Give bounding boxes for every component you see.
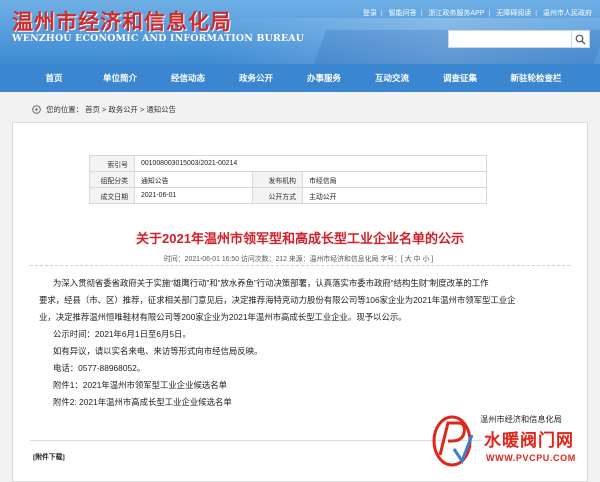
- meta-label-disclosure: 公开方式: [252, 187, 303, 204]
- breadcrumb-gov-open[interactable]: 政务公开: [108, 105, 138, 114]
- search-icon: [575, 34, 586, 45]
- site-logo-title[interactable]: 温州市经济和信息化局: [12, 6, 232, 36]
- top-links: 登录 | 智能问答 | 浙江政务服务APP | 无障碍阅读 | 温州市人民政府: [362, 10, 592, 17]
- meta-value-date: 2021-06-01: [134, 187, 253, 204]
- breadcrumb-prefix: 您的位置：: [46, 105, 84, 114]
- paragraph: 要求，经县（市、区）推荐，征求相关部门意见后，决定推荐海特克动力股份有限公司等1…: [39, 295, 516, 305]
- meta-value-publisher: 市经信局: [302, 171, 487, 188]
- zj-app-link[interactable]: 浙江政务服务APP: [428, 10, 484, 17]
- main-nav: 首页 单位简介 经信动态 政务公开 办事服务 互动交流 调查征集 新驻轮检查栏: [0, 64, 600, 92]
- paragraph: 为深入贯彻省委省政府关于实施“雄鹰行动”和“放水养鱼”行动决策部署，认真落实市委…: [53, 278, 489, 288]
- nav-news[interactable]: 经信动态: [156, 64, 220, 92]
- meta-label-publisher: 发布机构: [252, 171, 303, 188]
- paragraph: 业，决定推荐温州恒唯鞋材有限公司等200家企业为2021年温州市高成长型工业企业…: [39, 312, 407, 322]
- meta-label-index: 索引号: [89, 155, 135, 172]
- meta-label-date: 成文日期: [89, 187, 135, 204]
- breadcrumb-separator: >: [101, 105, 107, 114]
- meta-row: 索引号 001008003015003/2021-00214: [89, 155, 487, 172]
- login-link[interactable]: 登录: [363, 10, 377, 17]
- site-header: 温州市经济和信息化局 WENZHOU ECONOMIC AND INFORMAT…: [0, 0, 600, 64]
- smart-qa-link[interactable]: 智能问答: [389, 10, 417, 17]
- nav-about[interactable]: 单位简介: [88, 64, 152, 92]
- meta-label-category: 组配分类: [89, 171, 135, 188]
- meta-row: 成文日期 2021-06-01 公开方式 主动公开: [89, 187, 487, 204]
- breadcrumb-separator: >: [139, 105, 145, 114]
- divider: [30, 265, 570, 266]
- breadcrumb-home[interactable]: 首页: [85, 105, 100, 114]
- search-button[interactable]: [572, 30, 590, 48]
- article-body: 为深入贯彻省委省政府关于实施“雄鹰行动”和“放水养鱼”行动决策部署，认真落实市委…: [39, 275, 573, 411]
- nav-gov-open[interactable]: 政务公开: [224, 64, 288, 92]
- city-gov-link[interactable]: 温州市人民政府: [543, 10, 592, 17]
- search-input[interactable]: [448, 30, 572, 48]
- meta-value-category: 通知公告: [134, 171, 253, 188]
- nav-survey[interactable]: 调查征集: [428, 64, 492, 92]
- document-meta-table: 索引号 001008003015003/2021-00214 组配分类 通知公告…: [89, 155, 487, 204]
- watermark-url: WWW.PVCPU.COM: [486, 453, 576, 463]
- breadcrumb: 您的位置： 首页 > 政务公开 > 通知公告: [32, 104, 176, 115]
- accessibility-link[interactable]: 无障碍阅读: [496, 10, 531, 17]
- divider: [30, 440, 482, 441]
- downloads-label: [附件下载]: [33, 454, 65, 461]
- meta-value-disclosure: 主动公开: [302, 187, 487, 204]
- attachment-link-1[interactable]: 附件1：2021年温州市领军型工业企业候选名单: [53, 377, 573, 394]
- nav-home[interactable]: 首页: [22, 64, 86, 92]
- home-icon: [32, 105, 41, 114]
- nav-interaction[interactable]: 互动交流: [360, 64, 424, 92]
- nav-services[interactable]: 办事服务: [292, 64, 356, 92]
- watermark-text: 水暖阀门网: [484, 431, 574, 451]
- meta-value-index: 001008003015003/2021-00214: [134, 155, 487, 172]
- breadcrumb-notices[interactable]: 通知公告: [146, 105, 176, 114]
- article-info: 时间：2021-06-01 16:50 访问次数：212 来源：温州市经济和信息…: [164, 256, 434, 263]
- site-logo-subtitle: WENZHOU ECONOMIC AND INFORMATION BUREAU: [12, 33, 305, 44]
- paragraph: 如有异议，请以实名来电、来访等形式向市经信局反映。: [53, 346, 263, 356]
- meta-row: 组配分类 通知公告 发布机构 市经信局: [89, 171, 487, 188]
- article-title: 关于2021年温州市领军型和高成长型工业企业名单的公示: [136, 231, 464, 246]
- paragraph: 公示时间：2021年6月1日至6月5日。: [53, 329, 191, 339]
- paragraph: 电话：0577-88968052。: [53, 363, 146, 373]
- nav-inspection[interactable]: 新驻轮检查栏: [496, 64, 576, 92]
